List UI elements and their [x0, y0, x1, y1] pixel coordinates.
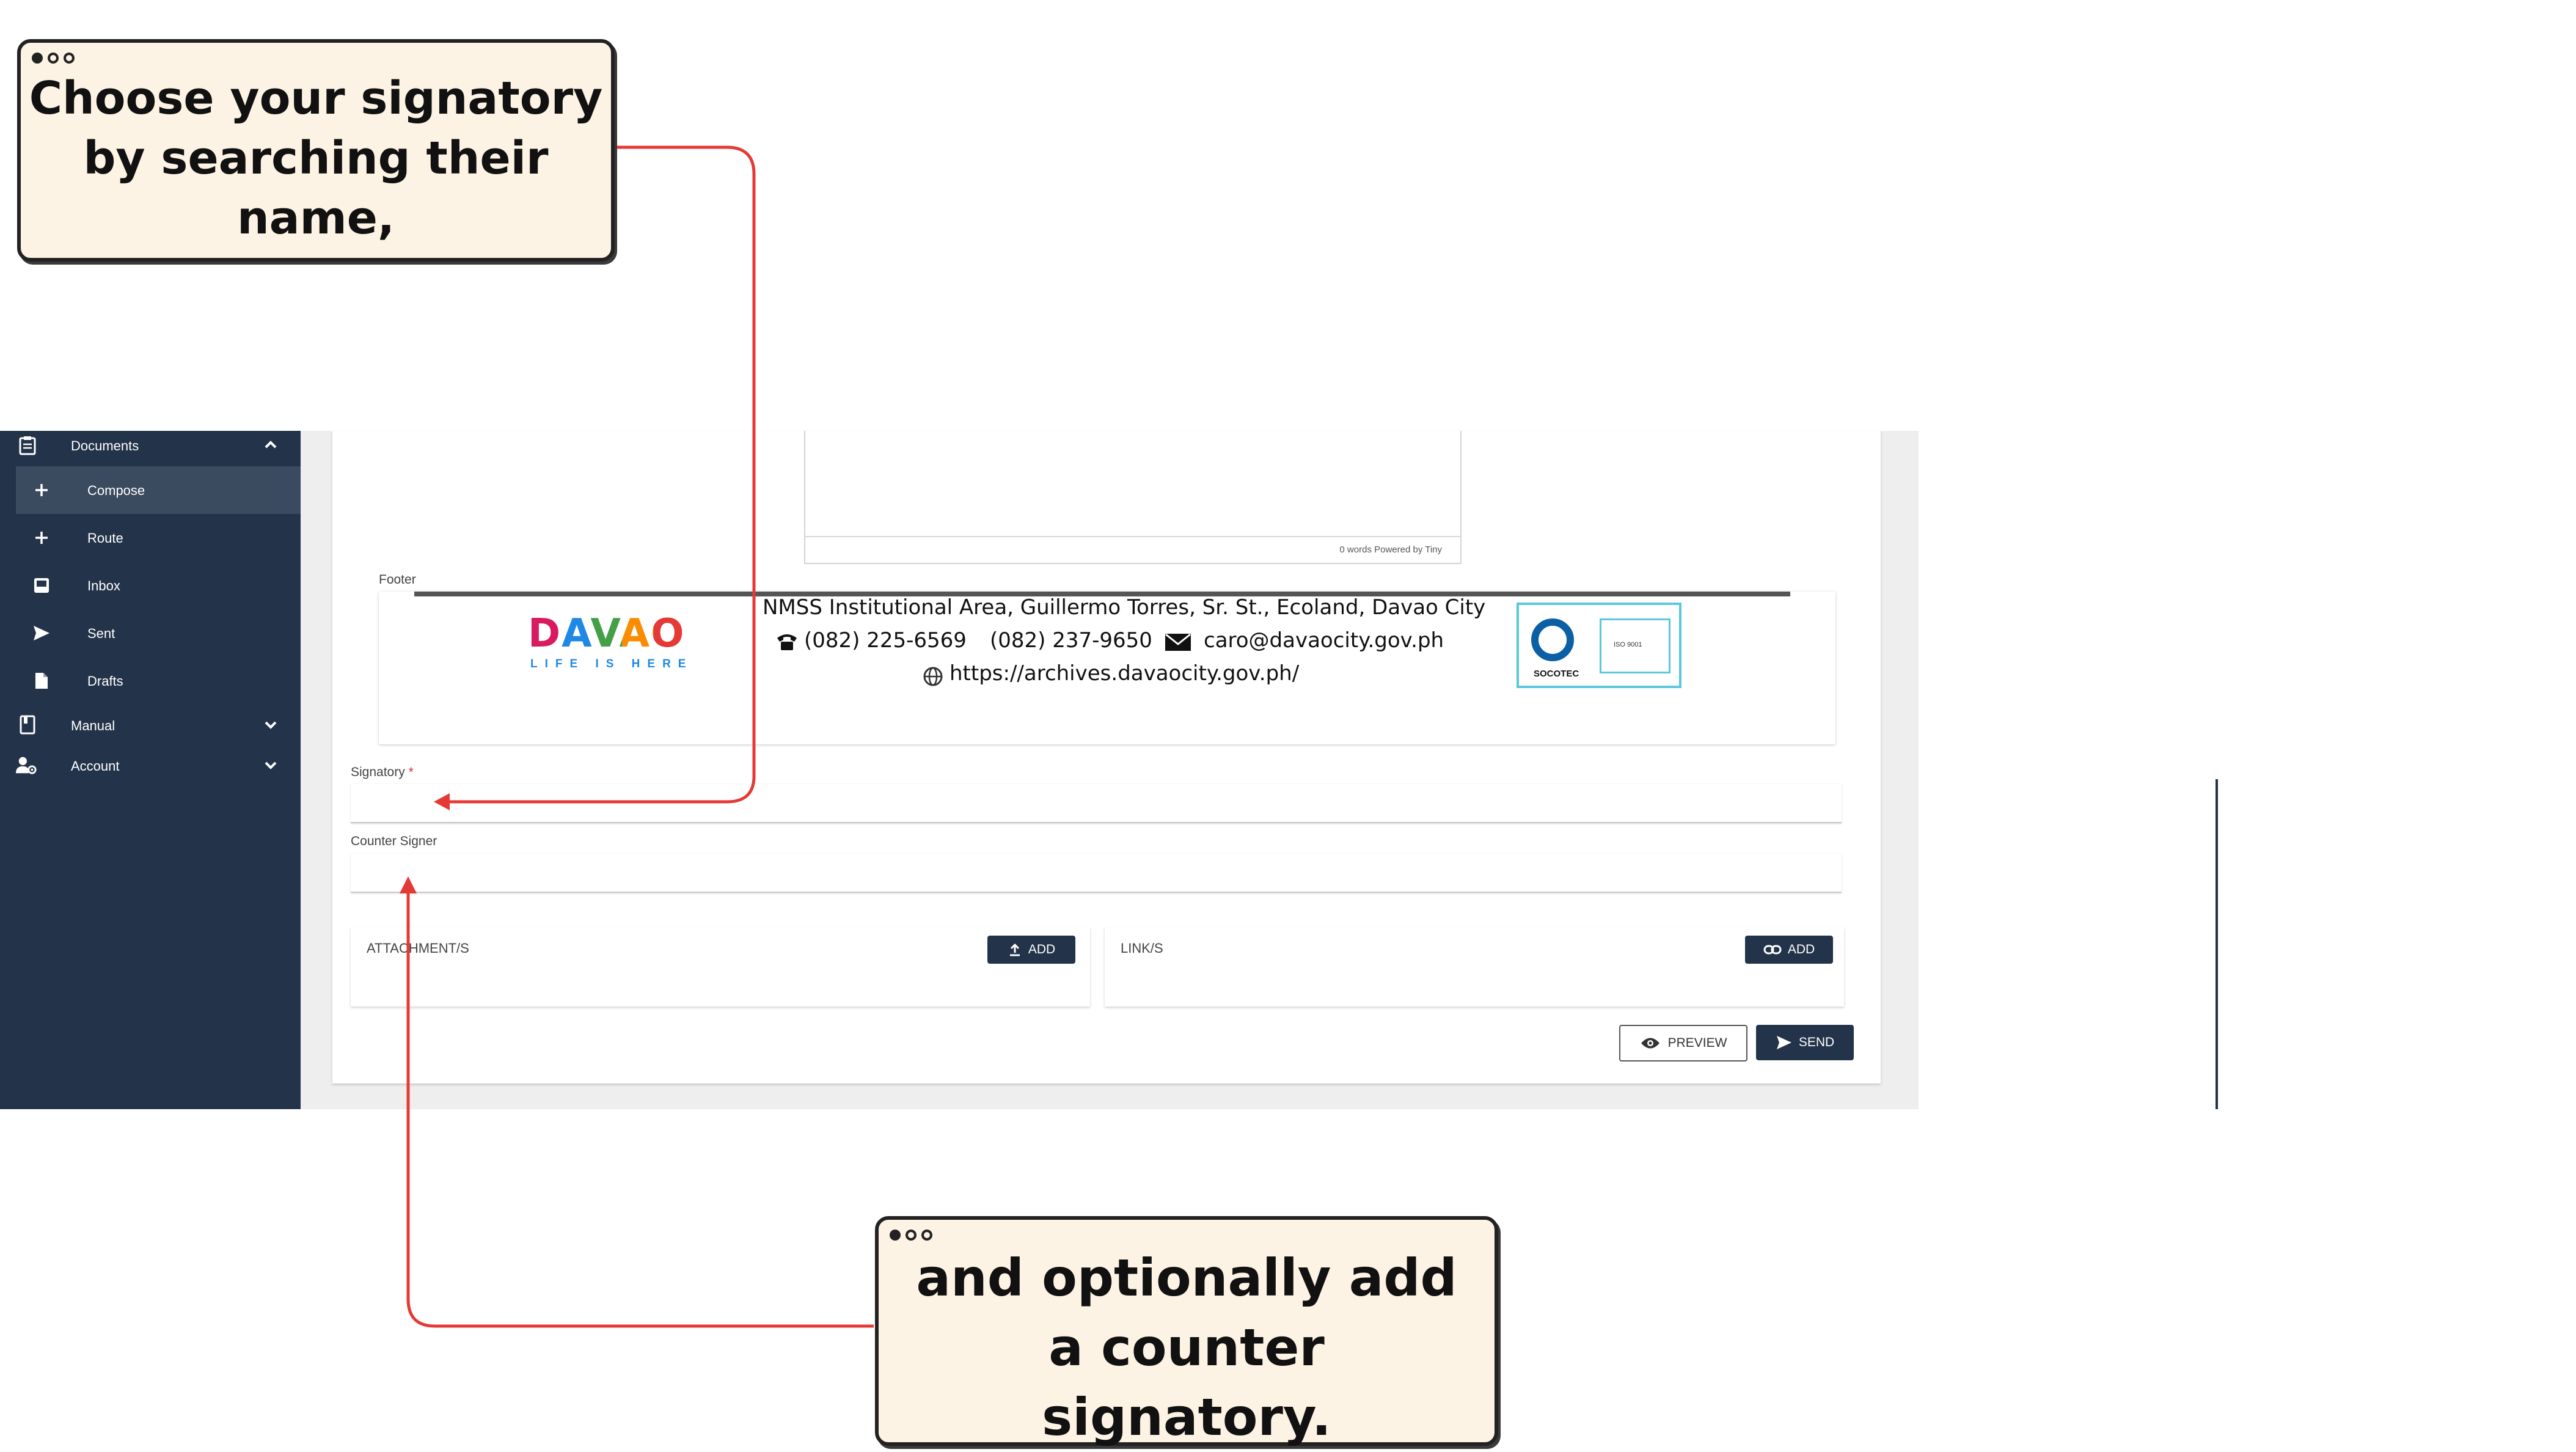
- callout-counter-signer: and optionally add a counter signatory.: [875, 1216, 1498, 1447]
- callout-signatory: Choose your signatory by searching their…: [17, 39, 615, 262]
- arrow-to-counter-signer: [406, 887, 874, 1328]
- callout-line: Choose your signatory: [29, 72, 603, 125]
- callout-line: a counter: [1048, 1318, 1325, 1377]
- window-dots-icon: [32, 53, 75, 64]
- callout-line: by searching their: [83, 132, 549, 185]
- arrowhead-counter-signer: [400, 876, 417, 893]
- callout-line: and optionally add: [916, 1248, 1457, 1308]
- callout-line: name,: [236, 192, 395, 244]
- arrowhead-signatory: [434, 793, 450, 810]
- callout-line: signatory.: [1042, 1387, 1331, 1447]
- window-dots-icon: [890, 1230, 932, 1241]
